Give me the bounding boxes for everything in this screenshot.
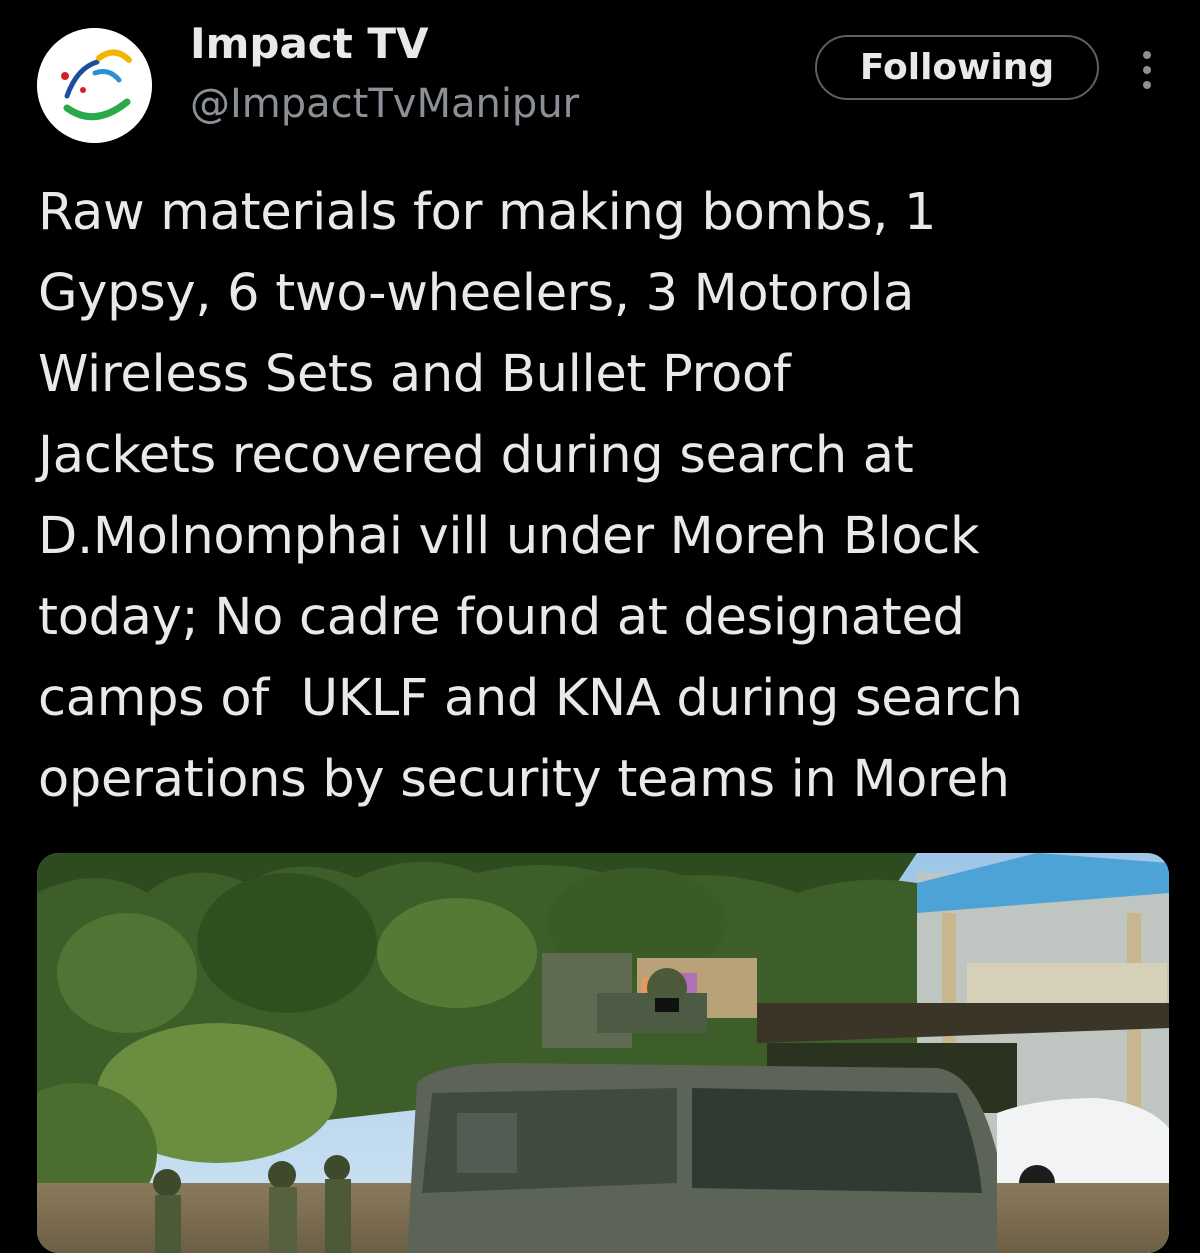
tweet-text-line: camps of UKLF and KNA during search: [38, 669, 1023, 728]
account-handle[interactable]: @ImpactTvManipur: [190, 76, 579, 132]
tweet-photo[interactable]: [37, 853, 1169, 1253]
impact-tv-logo-icon: [37, 28, 152, 143]
tweet-text-line: Raw materials for making bombs, 1: [38, 183, 937, 242]
photo-scene: [37, 853, 1169, 1253]
tweet-text-line: Gypsy, 6 two-wheelers, 3 Motorola: [38, 264, 915, 323]
tweet-text-line: today; No cadre found at designated: [38, 588, 965, 647]
more-vertical-icon: [1143, 51, 1151, 89]
following-button[interactable]: Following: [815, 35, 1099, 100]
tweet-text-line: D.Molnomphai vill under Moreh Block: [38, 507, 980, 566]
tweet-text-line: operations by security teams in Moreh: [38, 750, 1010, 809]
avatar[interactable]: [37, 28, 152, 143]
tweet-text: Raw materials for making bombs, 1 Gypsy,…: [38, 172, 1178, 820]
tweet-text-line: Wireless Sets and Bullet Proof: [38, 345, 791, 404]
display-name[interactable]: Impact TV: [190, 16, 429, 72]
tweet-text-line: Jackets recovered during search at: [38, 426, 914, 485]
more-options-button[interactable]: [1130, 45, 1164, 95]
